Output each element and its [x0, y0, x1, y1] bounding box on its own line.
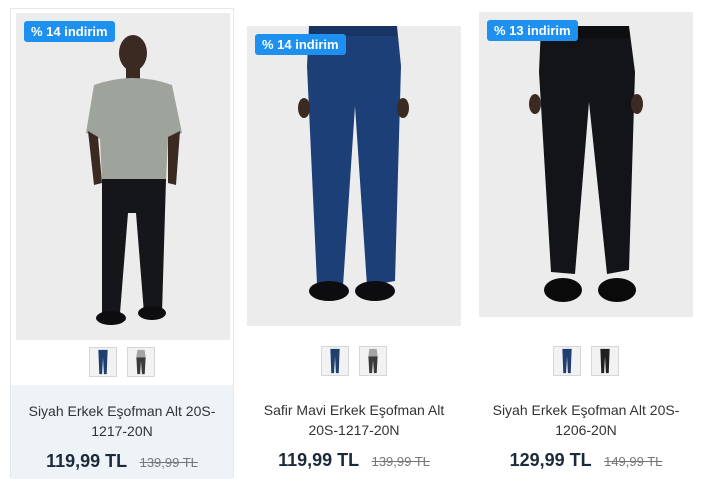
product-image[interactable]: % 13 indirim: [479, 12, 693, 317]
color-thumb-black[interactable]: [591, 346, 619, 376]
product-price: 119,99 TL: [46, 451, 128, 471]
discount-badge: % 14 indirim: [255, 34, 346, 55]
product-photo: [529, 26, 643, 302]
color-thumb-navy[interactable]: [89, 347, 117, 377]
product-photo: [298, 26, 409, 301]
product-old-price: 149,99 TL: [604, 454, 663, 469]
color-thumbnails: [242, 346, 466, 378]
product-price: 119,99 TL: [278, 450, 360, 470]
discount-badge: % 14 indirim: [24, 21, 115, 42]
product-card[interactable]: % 14 indirim Siyah Erkek Eşofman Alt 20S…: [10, 8, 234, 479]
product-info[interactable]: Siyah Erkek Eşofman Alt 20S-1217-20N 119…: [11, 385, 233, 479]
color-thumb-black[interactable]: [127, 347, 155, 377]
product-image[interactable]: % 14 indirim: [16, 13, 230, 340]
color-thumb-black[interactable]: [359, 346, 387, 376]
product-photo: [86, 35, 182, 325]
product-old-price: 139,99 TL: [371, 454, 430, 469]
product-name[interactable]: Siyah Erkek Eşofman Alt 20S-1217-20N: [19, 401, 225, 441]
price-row: 119,99 TL 139,99 TL: [242, 450, 466, 471]
product-card[interactable]: % 13 indirim Siyah Erkek Eşofman Alt 20S…: [474, 8, 698, 478]
product-name[interactable]: Siyah Erkek Eşofman Alt 20S-1206-20N: [482, 400, 690, 440]
product-price: 129,99 TL: [509, 450, 592, 470]
color-thumbnails: [474, 346, 698, 378]
product-old-price: 139,99 TL: [139, 455, 198, 470]
product-name[interactable]: Safir Mavi Erkek Eşofman Alt 20S-1217-20…: [250, 400, 458, 440]
product-card[interactable]: % 14 indirim Safir Mavi Erkek Eşofman Al…: [242, 8, 466, 478]
color-thumb-navy[interactable]: [553, 346, 581, 376]
product-info[interactable]: Safir Mavi Erkek Eşofman Alt 20S-1217-20…: [242, 384, 466, 478]
price-row: 129,99 TL 149,99 TL: [474, 450, 698, 471]
price-row: 119,99 TL 139,99 TL: [11, 451, 233, 472]
color-thumbnails: [11, 347, 233, 379]
discount-badge: % 13 indirim: [487, 20, 578, 41]
product-info[interactable]: Siyah Erkek Eşofman Alt 20S-1206-20N 129…: [474, 384, 698, 478]
color-thumb-navy[interactable]: [321, 346, 349, 376]
product-image[interactable]: % 14 indirim: [247, 26, 461, 326]
